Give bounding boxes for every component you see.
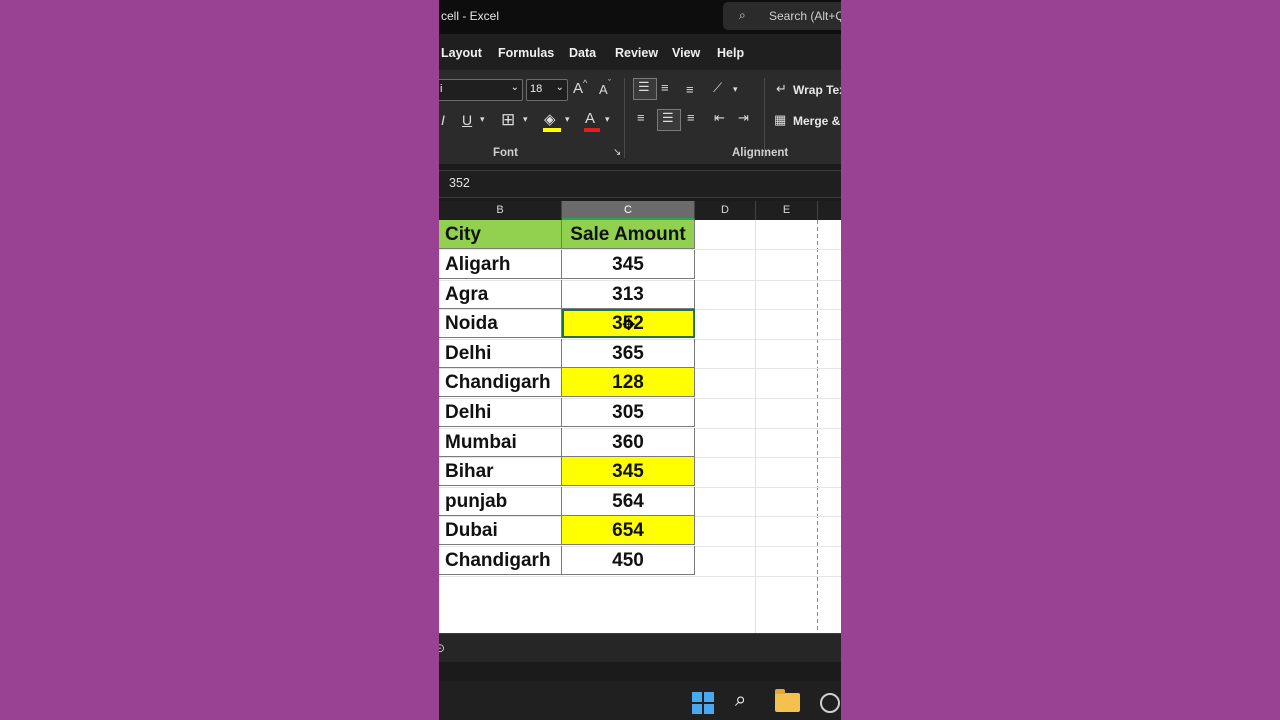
city-cell[interactable]: Noida bbox=[439, 309, 562, 338]
tab-help[interactable]: Help bbox=[717, 46, 744, 60]
middle-align-icon[interactable]: ≡ bbox=[661, 80, 669, 95]
column-header-b[interactable]: B bbox=[439, 201, 562, 220]
amount-cell[interactable]: 564 bbox=[562, 487, 695, 516]
fill-color-icon[interactable]: ◈ bbox=[544, 110, 556, 128]
city-cell[interactable]: Delhi bbox=[439, 398, 562, 427]
header-cell-city[interactable]: City bbox=[439, 220, 562, 249]
status-icon: ⊙ bbox=[439, 641, 446, 655]
search-icon: ⌕ bbox=[739, 8, 746, 22]
tab-data[interactable]: Data bbox=[569, 46, 596, 60]
window-title: cell - Excel bbox=[441, 9, 500, 23]
shrink-font-icon[interactable]: A bbox=[599, 82, 608, 97]
chevron-down-icon[interactable]: ▾ bbox=[480, 114, 485, 125]
column-header-d[interactable]: D bbox=[695, 201, 756, 220]
merge-center-button[interactable]: Merge & bbox=[793, 114, 840, 128]
font-name-select[interactable]: i ⌄ bbox=[439, 79, 523, 101]
search-label: Search (Alt+Q) bbox=[769, 9, 841, 23]
tab-formulas[interactable]: Formulas bbox=[498, 46, 554, 60]
city-cell[interactable]: Agra bbox=[439, 280, 562, 309]
ribbon: i ⌄ 18 ⌄ A ^ A ˇ I U ▾ ⊞ ▾ ◈ ▾ A ▾ Font … bbox=[439, 70, 841, 164]
chevron-down-icon[interactable]: ▾ bbox=[565, 114, 570, 125]
status-bar: ⊙ bbox=[439, 633, 841, 662]
ribbon-tabs: Layout Formulas Data Review View Help bbox=[439, 34, 841, 70]
column-header-e[interactable]: E bbox=[756, 201, 818, 220]
caret-down-icon: ˇ bbox=[608, 78, 611, 88]
file-explorer-icon[interactable] bbox=[775, 689, 800, 712]
city-cell[interactable]: Aligarh bbox=[439, 250, 562, 279]
tab-view[interactable]: View bbox=[672, 46, 700, 60]
column-headers: B C D E bbox=[439, 201, 841, 220]
gridline bbox=[439, 576, 841, 577]
move-cursor-icon: ✥ bbox=[622, 317, 636, 334]
amount-cell[interactable]: 305 bbox=[562, 398, 695, 427]
city-cell[interactable]: Chandigarh bbox=[439, 368, 562, 397]
align-center-icon: ☰ bbox=[662, 110, 674, 125]
amount-cell[interactable]: 450 bbox=[562, 546, 695, 575]
grow-font-icon[interactable]: A bbox=[573, 80, 583, 97]
caret-up-icon: ^ bbox=[583, 78, 588, 88]
borders-icon[interactable]: ⊞ bbox=[501, 110, 515, 130]
merge-icon: ▦ bbox=[774, 112, 787, 127]
taskbar: ⌕ bbox=[439, 681, 841, 720]
city-cell[interactable]: Delhi bbox=[439, 339, 562, 368]
tab-review[interactable]: Review bbox=[615, 46, 658, 60]
amount-cell[interactable]: 345 bbox=[562, 457, 695, 486]
dialog-launcher-icon[interactable]: ↘ bbox=[613, 147, 621, 158]
formula-bar[interactable]: 352 bbox=[439, 170, 841, 198]
amount-cell[interactable]: 360 bbox=[562, 428, 695, 457]
city-cell[interactable]: Mumbai bbox=[439, 428, 562, 457]
underline-button[interactable]: U bbox=[462, 112, 472, 128]
font-size-select[interactable]: 18 ⌄ bbox=[526, 79, 568, 101]
amount-cell[interactable]: 313 bbox=[562, 280, 695, 309]
excel-window: cell - Excel ⌕ Search (Alt+Q) Layout For… bbox=[439, 0, 841, 720]
city-cell[interactable]: Dubai bbox=[439, 516, 562, 545]
amount-cell[interactable]: 128 bbox=[562, 368, 695, 397]
chevron-down-icon[interactable]: ▾ bbox=[605, 114, 610, 125]
title-bar: cell - Excel ⌕ Search (Alt+Q) bbox=[439, 0, 841, 34]
column-header-c[interactable]: C bbox=[562, 201, 695, 220]
chevron-down-icon: ⌄ bbox=[510, 82, 519, 93]
font-group-label: Font bbox=[493, 147, 518, 159]
formula-bar-value: 352 bbox=[449, 176, 470, 190]
align-left-icon[interactable]: ≡ bbox=[637, 110, 645, 125]
city-cell[interactable]: punjab bbox=[439, 487, 562, 516]
chevron-down-icon: ⌄ bbox=[555, 82, 564, 93]
browser-icon[interactable] bbox=[820, 693, 840, 713]
tab-layout[interactable]: Layout bbox=[441, 46, 482, 60]
search-box[interactable]: ⌕ Search (Alt+Q) bbox=[723, 2, 841, 30]
amount-cell[interactable]: 654 bbox=[562, 516, 695, 545]
city-cell[interactable]: Chandigarh bbox=[439, 546, 562, 575]
worksheet-grid[interactable]: City Sale Amount Aligarh 345 Agra 313 Noida 3… bbox=[439, 220, 841, 633]
chevron-down-icon[interactable]: ▾ bbox=[733, 84, 738, 95]
alignment-group-label: Alignment bbox=[732, 147, 789, 159]
gridline bbox=[755, 220, 756, 633]
wrap-text-icon: ↵ bbox=[776, 81, 787, 96]
city-cell[interactable]: Bihar bbox=[439, 457, 562, 486]
group-divider bbox=[624, 78, 625, 158]
bottom-align-icon[interactable]: ≡ bbox=[686, 82, 694, 97]
increase-indent-icon[interactable]: ⇥ bbox=[738, 110, 749, 126]
decrease-indent-icon[interactable]: ⇤ bbox=[714, 110, 725, 126]
header-cell-sale-amount[interactable]: Sale Amount bbox=[562, 220, 695, 249]
windows-start-icon[interactable] bbox=[692, 692, 714, 714]
amount-cell[interactable]: 345 bbox=[562, 250, 695, 279]
page-break-line bbox=[817, 220, 818, 633]
chevron-down-icon[interactable]: ▾ bbox=[523, 114, 528, 125]
font-color-icon[interactable]: A bbox=[585, 110, 595, 127]
italic-button[interactable]: I bbox=[441, 112, 445, 128]
wrap-text-button[interactable]: Wrap Text bbox=[793, 83, 841, 97]
font-color-swatch bbox=[584, 128, 600, 132]
group-divider bbox=[764, 78, 765, 158]
top-align-icon: ☰ bbox=[638, 79, 650, 94]
taskbar-search-icon[interactable]: ⌕ bbox=[735, 689, 746, 712]
amount-cell[interactable]: 365 bbox=[562, 339, 695, 368]
align-right-icon[interactable]: ≡ bbox=[687, 110, 695, 125]
orientation-icon[interactable]: ⟋ bbox=[713, 80, 722, 96]
fill-color-swatch bbox=[543, 128, 561, 132]
